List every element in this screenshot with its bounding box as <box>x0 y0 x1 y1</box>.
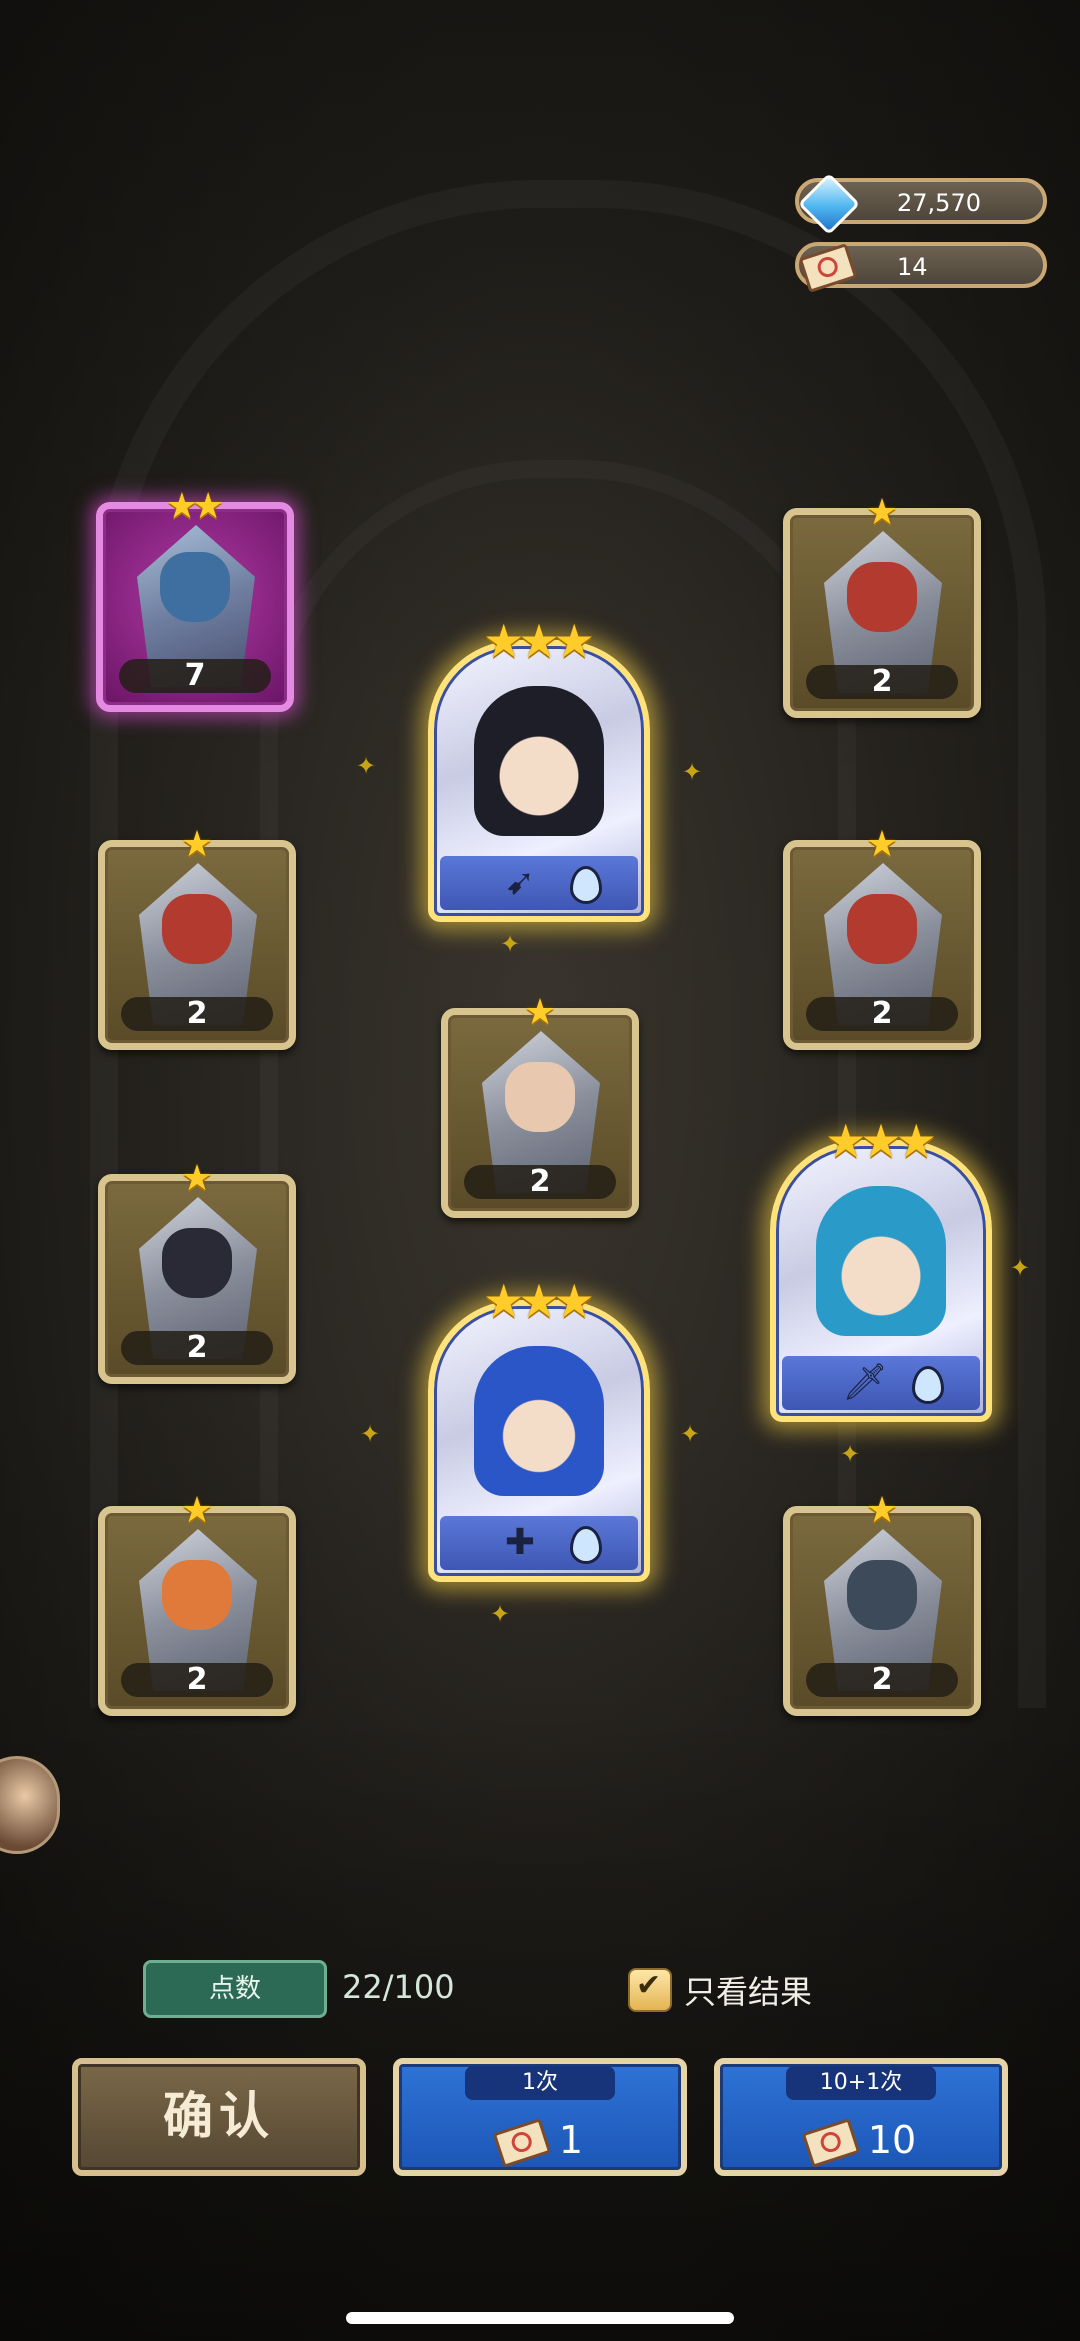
draw-10-tag: 10+1次 <box>786 2066 936 2100</box>
hero-portrait <box>160 552 230 623</box>
gem-balance[interactable]: 27,570 <box>795 172 1047 236</box>
star-rating: ★ <box>105 1493 289 1529</box>
star-icon: ★ <box>553 614 595 668</box>
hero-portrait <box>162 894 232 965</box>
hero-portrait <box>162 1560 232 1631</box>
shard-count: 2 <box>121 997 273 1031</box>
draw-1-cost: 1 <box>399 2116 681 2168</box>
star-rating: ★ <box>790 1493 974 1529</box>
shard-count: 2 <box>121 1331 273 1365</box>
star-icon: ★ <box>895 1114 937 1168</box>
sparkle-icon: ✦ <box>490 1600 511 1628</box>
star-rating: ★★★ <box>434 1278 644 1324</box>
draw-1-button[interactable]: 1次 1 <box>393 2058 687 2176</box>
shard-count: 7 <box>119 659 271 693</box>
background-floor <box>0 1700 1080 2341</box>
hero-info-bar: ➹ <box>440 856 638 910</box>
hero-portrait <box>847 562 917 633</box>
result-card[interactable]: ★ 2 <box>98 1493 296 1716</box>
shard-count: 2 <box>121 1663 273 1697</box>
star-icon: ★ <box>523 992 557 1033</box>
star-icon: ★ <box>865 824 899 865</box>
ticket-balance[interactable]: 14 <box>795 242 1047 293</box>
hero-portrait <box>474 686 604 836</box>
star-rating: ★★★ <box>776 1118 986 1164</box>
draw-1-tag: 1次 <box>465 2066 615 2100</box>
star-rating: ★ <box>790 495 974 531</box>
star-rating: ★ <box>448 995 632 1031</box>
result-card[interactable]: ★ 2 <box>98 827 296 1050</box>
star-rating: ★★★ <box>434 618 644 664</box>
cross-icon: ✚ <box>504 1522 536 1563</box>
star-icon: ★ <box>180 1158 214 1199</box>
shard-count: 2 <box>806 665 958 699</box>
bow-icon: ➹ <box>504 862 536 903</box>
ticket-count: 14 <box>897 253 928 281</box>
result-card[interactable]: ★ 2 <box>783 495 981 718</box>
hero-portrait <box>847 894 917 965</box>
gem-icon <box>797 172 861 236</box>
hero-portrait <box>847 1560 917 1631</box>
shard-count: 2 <box>806 997 958 1031</box>
shard-count: 2 <box>806 1663 958 1697</box>
hero-info-bar: ✚ <box>440 1516 638 1570</box>
home-indicator[interactable] <box>346 2312 734 2324</box>
water-drop-icon <box>912 1366 944 1404</box>
star-icon: ★ <box>192 486 225 527</box>
star-icon: ★ <box>180 824 214 865</box>
draw-10-cost: 10 <box>720 2116 1002 2168</box>
result-card[interactable]: ★ 2 <box>783 1493 981 1716</box>
ticket-icon <box>797 240 858 293</box>
sword-icon: 🗡 <box>842 1362 888 1403</box>
result-card[interactable]: ★ 2 <box>98 1161 296 1384</box>
sparkle-icon: ✦ <box>840 1440 861 1468</box>
hero-portrait <box>505 1062 575 1133</box>
only-results-toggle[interactable]: 只看结果 <box>628 1966 812 2014</box>
result-card[interactable]: ★ 2 <box>783 827 981 1050</box>
sparkle-icon: ✦ <box>360 1420 381 1448</box>
hero-portrait <box>162 1228 232 1299</box>
sparkle-icon: ✦ <box>680 1420 701 1448</box>
star-rating: ★★ <box>103 489 287 525</box>
star-rating: ★ <box>105 1161 289 1197</box>
hero-portrait <box>474 1346 604 1496</box>
sparkle-icon: ✦ <box>500 930 521 958</box>
shard-count: 2 <box>464 1165 616 1199</box>
draw-1-cost-value: 1 <box>558 2118 584 2162</box>
points-label: 点数 <box>143 1960 327 2018</box>
hero-card-3star[interactable]: ★★★ ➹ <box>428 618 650 922</box>
star-icon: ★ <box>865 1490 899 1531</box>
star-icon: ★ <box>865 492 899 533</box>
star-rating: ★ <box>790 827 974 863</box>
result-card[interactable]: ★★ 7 <box>96 489 294 712</box>
ticket-icon <box>492 2117 552 2168</box>
only-results-label: 只看结果 <box>684 1973 813 2011</box>
hero-info-bar: 🗡 <box>782 1356 980 1410</box>
hero-card-3star[interactable]: ★★★ 🗡 <box>770 1118 992 1422</box>
result-card[interactable]: ★ 2 <box>441 995 639 1218</box>
points-value: 22/100 <box>342 1968 455 2006</box>
draw-10-cost-value: 10 <box>867 2118 917 2162</box>
star-icon: ★ <box>553 1274 595 1328</box>
draw-10-button[interactable]: 10+1次 10 <box>714 2058 1008 2176</box>
confirm-button[interactable]: 确认 <box>72 2058 366 2176</box>
hero-portrait <box>816 1186 946 1336</box>
sparkle-icon: ✦ <box>356 752 377 780</box>
hero-card-3star[interactable]: ★★★ ✚ <box>428 1278 650 1582</box>
star-rating: ★ <box>105 827 289 863</box>
gem-count: 27,570 <box>897 189 981 217</box>
checkbox-icon[interactable] <box>628 1968 672 2012</box>
ticket-icon <box>801 2117 861 2168</box>
sparkle-icon: ✦ <box>1010 1254 1031 1282</box>
water-drop-icon <box>570 1526 602 1564</box>
sparkle-icon: ✦ <box>682 758 703 786</box>
star-icon: ★ <box>180 1490 214 1531</box>
water-drop-icon <box>570 866 602 904</box>
